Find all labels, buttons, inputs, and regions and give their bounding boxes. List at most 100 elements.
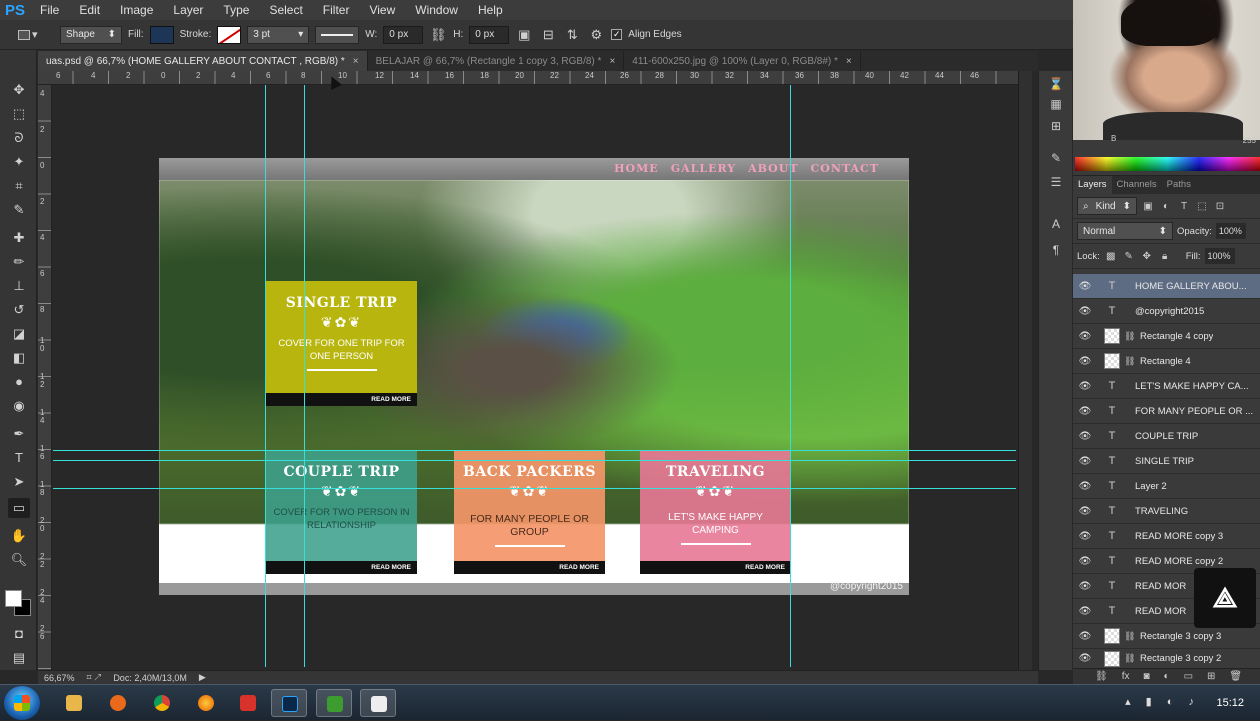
smart-object-filter-icon[interactable]: ⊡ — [1213, 201, 1227, 212]
magic-wand-tool-icon[interactable]: ✦ — [8, 152, 30, 172]
quick-mask-icon[interactable]: ◘ — [8, 624, 30, 644]
stroke-swatch[interactable] — [217, 25, 242, 44]
layer-row[interactable]: 👁︎ ⛓ Rectangle 3 copy 2 — [1073, 649, 1260, 669]
eye-icon[interactable]: 👁︎ — [1073, 556, 1097, 567]
properties-icon[interactable]: ⊞ — [1045, 119, 1067, 137]
eraser-tool-icon[interactable]: ◪ — [8, 324, 30, 344]
vertical-scrollbar[interactable] — [1018, 71, 1032, 670]
history-icon[interactable]: ⌛ — [1045, 77, 1067, 95]
taskbar-clock[interactable]: 15:12 — [1216, 685, 1244, 721]
path-alignment-icon[interactable]: ⊟ — [539, 27, 557, 43]
blur-tool-icon[interactable]: ● — [8, 372, 30, 392]
opacity-field[interactable]: 100% — [1215, 223, 1246, 239]
adjustments-icon[interactable]: ☰ — [1045, 175, 1067, 193]
layer-row[interactable]: 👁︎ ⛓ Rectangle 4 copy — [1073, 324, 1260, 349]
menu-file[interactable]: File — [30, 3, 69, 17]
path-arrangement-icon[interactable]: ⇅ — [563, 27, 581, 43]
tab-layers[interactable]: Layers — [1073, 176, 1112, 194]
rectangle-tool-icon[interactable]: ▭ — [8, 498, 30, 518]
new-group-icon[interactable]: ▭ — [1184, 671, 1193, 682]
shape-filter-icon[interactable]: ⬚ — [1195, 201, 1209, 212]
menu-view[interactable]: View — [359, 3, 405, 17]
menu-edit[interactable]: Edit — [69, 3, 110, 17]
eye-icon[interactable]: 👁︎ — [1073, 481, 1097, 492]
adjustment-filter-icon[interactable]: ◐ — [1159, 201, 1173, 212]
eye-icon[interactable]: 👁︎ — [1073, 281, 1097, 292]
eye-icon[interactable]: 👁︎ — [1073, 531, 1097, 542]
layer-row[interactable]: 👁︎ T LET'S MAKE HAPPY CA... — [1073, 374, 1260, 399]
actions-icon[interactable]: ▦ — [1045, 97, 1067, 115]
photoshop-taskbar-icon[interactable] — [271, 689, 307, 717]
media-player-taskbar-icon[interactable] — [100, 689, 136, 717]
adjustment-layer-icon[interactable]: ◐ — [1164, 671, 1170, 682]
brush-presets-icon[interactable]: ✎ — [1045, 151, 1067, 169]
eye-icon[interactable]: 👁︎ — [1073, 456, 1097, 467]
lock-transparency-icon[interactable]: ▩ — [1104, 251, 1118, 262]
lock-position-icon[interactable]: ✥ — [1140, 251, 1154, 262]
lock-pixels-icon[interactable]: ✎ — [1122, 251, 1136, 262]
marquee-tool-icon[interactable]: ⬚ — [8, 104, 30, 124]
eye-icon[interactable]: 👁︎ — [1073, 581, 1097, 592]
recorder-taskbar-icon[interactable] — [230, 689, 266, 717]
path-operations-icon[interactable]: ▣ — [515, 27, 533, 43]
eye-icon[interactable]: 👁︎ — [1073, 431, 1097, 442]
zoom-tool-icon[interactable]: 🔍︎ — [8, 550, 30, 570]
tab-belajar[interactable]: BELAJAR @ 66,7% (Rectangle 1 copy 3, RGB… — [368, 51, 625, 71]
doc-size[interactable]: Doc: 2,40M/13,0M — [113, 673, 187, 683]
path-selection-tool-icon[interactable]: ➤ — [8, 472, 30, 492]
start-button[interactable] — [4, 686, 40, 720]
menu-layer[interactable]: Layer — [163, 3, 213, 17]
editor-taskbar-icon[interactable] — [360, 689, 396, 717]
link-layers-icon[interactable]: ⛓ — [1095, 671, 1108, 682]
tab-411-jpg[interactable]: 411-600x250.jpg @ 100% (Layer 0, RGB/8#)… — [624, 51, 861, 71]
history-brush-tool-icon[interactable]: ↺ — [8, 300, 30, 320]
stroke-size-dropdown[interactable]: 3 pt ▾ — [247, 25, 310, 44]
layer-row[interactable]: 👁︎ T COUPLE TRIP — [1073, 424, 1260, 449]
type-tool-icon[interactable]: T — [8, 448, 30, 468]
lock-all-icon[interactable]: 🔒︎ — [1158, 251, 1172, 262]
eye-icon[interactable]: 👁︎ — [1073, 331, 1097, 342]
explorer-taskbar-icon[interactable] — [56, 689, 92, 717]
document-canvas[interactable]: HOME GALLERY ABOUT CONTACT SINGLE TRIP ❦… — [159, 158, 909, 595]
move-tool-icon[interactable]: ✥ — [8, 80, 30, 100]
eye-icon[interactable]: 👁︎ — [1073, 306, 1097, 317]
menu-image[interactable]: Image — [110, 3, 163, 17]
play-icon[interactable]: ▶ — [199, 672, 206, 683]
brush-tool-icon[interactable]: ✏ — [8, 252, 30, 272]
healing-brush-tool-icon[interactable]: ✚ — [8, 228, 30, 248]
fill-swatch[interactable] — [149, 25, 174, 44]
eye-icon[interactable]: 👁︎ — [1073, 506, 1097, 517]
paragraph-icon[interactable]: ¶ — [1045, 243, 1067, 261]
tool-preset-picker[interactable]: ▾ — [18, 25, 54, 45]
width-field[interactable]: 0 px — [383, 25, 424, 44]
link-icon[interactable]: ⛓ — [429, 27, 447, 43]
guide-horizontal[interactable] — [53, 460, 1016, 461]
crop-tool-icon[interactable]: ⌗ — [8, 176, 30, 196]
blend-mode-dropdown[interactable]: Normal ⬍ — [1077, 222, 1173, 240]
eye-icon[interactable]: 👁︎ — [1073, 381, 1097, 392]
tab-channels[interactable]: Channels — [1112, 176, 1162, 194]
gear-icon[interactable]: ⚙ — [587, 27, 605, 43]
stamp-tool-icon[interactable]: ⊥ — [8, 276, 30, 296]
menu-filter[interactable]: Filter — [313, 3, 360, 17]
gradient-tool-icon[interactable]: ◧ — [8, 348, 30, 368]
camtasia-taskbar-icon[interactable] — [316, 689, 352, 717]
eye-icon[interactable]: 👁︎ — [1073, 356, 1097, 367]
layer-row[interactable]: 👁︎ T TRAVELING — [1073, 499, 1260, 524]
trash-icon[interactable]: 🗑︎ — [1229, 671, 1242, 682]
tab-uas[interactable]: uas.psd @ 66,7% (HOME GALLERY ABOUT CONT… — [38, 51, 368, 71]
add-mask-icon[interactable]: ◙ — [1143, 671, 1149, 682]
eye-icon[interactable]: 👁︎ — [1073, 631, 1097, 642]
fill-field[interactable]: 100% — [1204, 248, 1235, 264]
pen-tool-icon[interactable]: ✒ — [8, 424, 30, 444]
eye-icon[interactable]: 👁︎ — [1073, 606, 1097, 617]
menu-help[interactable]: Help — [468, 3, 513, 17]
new-layer-icon[interactable]: ⊞ — [1207, 671, 1215, 682]
tab-paths[interactable]: Paths — [1162, 176, 1196, 194]
guide-horizontal[interactable] — [53, 450, 1016, 451]
chrome-taskbar-icon[interactable] — [144, 689, 180, 717]
mode-dropdown[interactable]: Shape ⬍ — [60, 25, 122, 44]
zoom-level[interactable]: 66,67% — [44, 673, 75, 683]
stroke-type-picker[interactable] — [315, 25, 360, 44]
layer-row[interactable]: 👁︎ ⛓ Rectangle 4 — [1073, 349, 1260, 374]
